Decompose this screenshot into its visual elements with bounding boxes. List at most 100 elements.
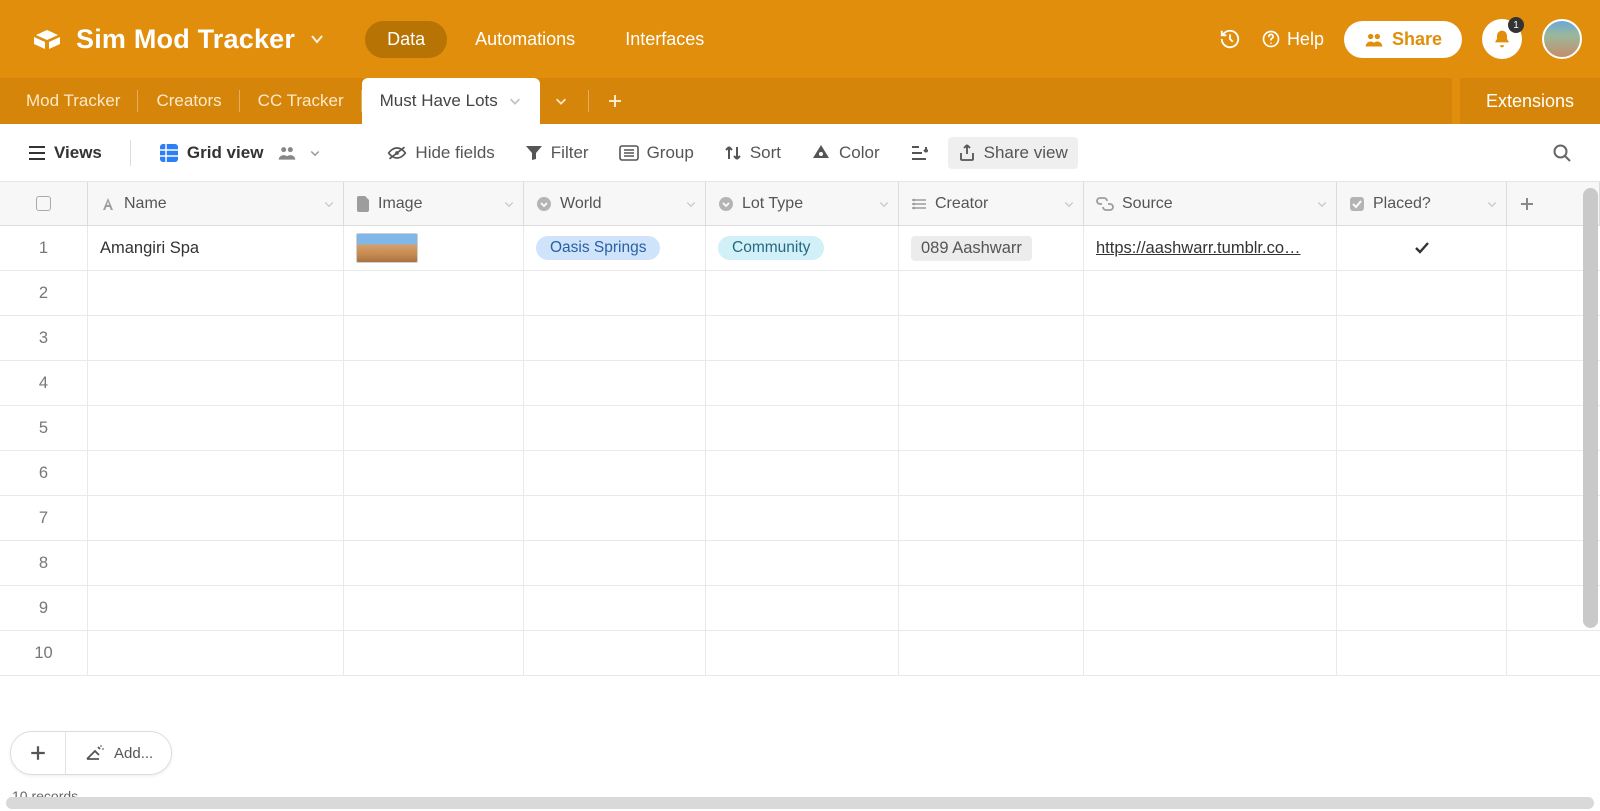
row-number[interactable]: 1 xyxy=(0,226,88,270)
cell-placed[interactable] xyxy=(1337,451,1507,495)
table-row[interactable]: 6 xyxy=(0,451,1600,496)
cell-world[interactable] xyxy=(524,496,706,540)
cell-image[interactable] xyxy=(344,541,524,585)
cell-name[interactable] xyxy=(88,586,344,630)
chevron-down-icon[interactable] xyxy=(508,94,522,108)
cell-name[interactable] xyxy=(88,271,344,315)
cell-image[interactable] xyxy=(344,586,524,630)
nav-interfaces[interactable]: Interfaces xyxy=(603,21,726,58)
cell-source[interactable] xyxy=(1084,541,1337,585)
chevron-down-icon[interactable] xyxy=(878,198,890,210)
cell-world[interactable] xyxy=(524,361,706,405)
cell-lot-type[interactable] xyxy=(706,586,899,630)
table-row[interactable]: 7 xyxy=(0,496,1600,541)
cell-image[interactable] xyxy=(344,316,524,360)
help-button[interactable]: Help xyxy=(1261,29,1324,50)
cell-lot-type[interactable] xyxy=(706,541,899,585)
chevron-down-icon[interactable] xyxy=(323,198,335,210)
table-row[interactable]: 4 xyxy=(0,361,1600,406)
select-all-checkbox[interactable] xyxy=(36,196,51,211)
cell-creator[interactable] xyxy=(899,631,1084,675)
cell-image[interactable] xyxy=(344,631,524,675)
tab-overflow-button[interactable] xyxy=(540,78,582,124)
cell-image[interactable] xyxy=(344,496,524,540)
cell-lot-type[interactable] xyxy=(706,451,899,495)
cell-placed[interactable] xyxy=(1337,271,1507,315)
cell-placed[interactable] xyxy=(1337,541,1507,585)
row-number[interactable]: 9 xyxy=(0,586,88,630)
table-row[interactable]: 2 xyxy=(0,271,1600,316)
table-row[interactable]: 8 xyxy=(0,541,1600,586)
select-all-cell[interactable] xyxy=(0,182,88,225)
cell-name[interactable] xyxy=(88,496,344,540)
row-number[interactable]: 6 xyxy=(0,451,88,495)
cell-lot-type[interactable] xyxy=(706,361,899,405)
hide-fields-button[interactable]: Hide fields xyxy=(377,137,504,169)
nav-automations[interactable]: Automations xyxy=(453,21,597,58)
chevron-down-icon[interactable] xyxy=(503,198,515,210)
cell-creator[interactable]: 089 Aashwarr xyxy=(899,226,1084,270)
cell-creator[interactable] xyxy=(899,406,1084,450)
cell-world[interactable] xyxy=(524,316,706,360)
cell-world[interactable]: Oasis Springs xyxy=(524,226,706,270)
color-button[interactable]: Color xyxy=(801,137,890,169)
notifications-button[interactable]: 1 xyxy=(1482,19,1522,59)
row-number[interactable]: 7 xyxy=(0,496,88,540)
cell-world[interactable] xyxy=(524,631,706,675)
cell-image[interactable] xyxy=(344,406,524,450)
cell-source[interactable] xyxy=(1084,361,1337,405)
column-name[interactable]: Name xyxy=(88,182,344,225)
cell-creator[interactable] xyxy=(899,586,1084,630)
row-number[interactable]: 2 xyxy=(0,271,88,315)
cell-image[interactable] xyxy=(344,361,524,405)
image-thumbnail[interactable] xyxy=(356,233,418,263)
cell-name[interactable] xyxy=(88,406,344,450)
row-number[interactable]: 8 xyxy=(0,541,88,585)
cell-source[interactable] xyxy=(1084,316,1337,360)
cell-name[interactable] xyxy=(88,316,344,360)
add-row-button[interactable] xyxy=(11,732,66,774)
filter-button[interactable]: Filter xyxy=(515,137,599,169)
table-row[interactable]: 10 xyxy=(0,631,1600,676)
cell-world[interactable] xyxy=(524,271,706,315)
nav-data[interactable]: Data xyxy=(365,21,447,58)
column-image[interactable]: Image xyxy=(344,182,524,225)
cell-name[interactable] xyxy=(88,361,344,405)
cell-placed[interactable] xyxy=(1337,226,1507,270)
cell-placed[interactable] xyxy=(1337,586,1507,630)
creator-chip[interactable]: 089 Aashwarr xyxy=(911,236,1032,261)
cell-lot-type[interactable] xyxy=(706,271,899,315)
history-icon[interactable] xyxy=(1219,28,1241,50)
tab-cc-tracker[interactable]: CC Tracker xyxy=(240,78,362,124)
cell-source[interactable] xyxy=(1084,586,1337,630)
cell-source[interactable] xyxy=(1084,496,1337,540)
cell-name[interactable] xyxy=(88,451,344,495)
row-number[interactable]: 4 xyxy=(0,361,88,405)
cell-creator[interactable] xyxy=(899,271,1084,315)
cell-placed[interactable] xyxy=(1337,631,1507,675)
extensions-button[interactable]: Extensions xyxy=(1452,78,1600,124)
chevron-down-icon[interactable] xyxy=(309,31,325,47)
base-title[interactable]: Sim Mod Tracker xyxy=(76,24,295,55)
cell-source[interactable] xyxy=(1084,451,1337,495)
add-menu-button[interactable]: Add... xyxy=(66,732,171,774)
views-menu-button[interactable]: Views xyxy=(18,137,112,169)
tab-must-have-lots[interactable]: Must Have Lots xyxy=(362,78,540,124)
cell-lot-type[interactable] xyxy=(706,496,899,540)
table-row[interactable]: 9 xyxy=(0,586,1600,631)
search-button[interactable] xyxy=(1542,137,1582,169)
tab-mod-tracker[interactable]: Mod Tracker xyxy=(8,78,138,124)
row-number[interactable]: 10 xyxy=(0,631,88,675)
cell-name[interactable] xyxy=(88,541,344,585)
cell-source[interactable]: https://aashwarr.tumblr.co… xyxy=(1084,226,1337,270)
user-avatar[interactable] xyxy=(1542,19,1582,59)
cell-image[interactable] xyxy=(344,451,524,495)
cell-world[interactable] xyxy=(524,451,706,495)
column-lot-type[interactable]: Lot Type xyxy=(706,182,899,225)
cell-lot-type[interactable] xyxy=(706,631,899,675)
cell-lot-type[interactable] xyxy=(706,316,899,360)
cell-name[interactable] xyxy=(88,631,344,675)
cell-creator[interactable] xyxy=(899,451,1084,495)
cell-creator[interactable] xyxy=(899,316,1084,360)
horizontal-scrollbar[interactable] xyxy=(6,797,1594,809)
